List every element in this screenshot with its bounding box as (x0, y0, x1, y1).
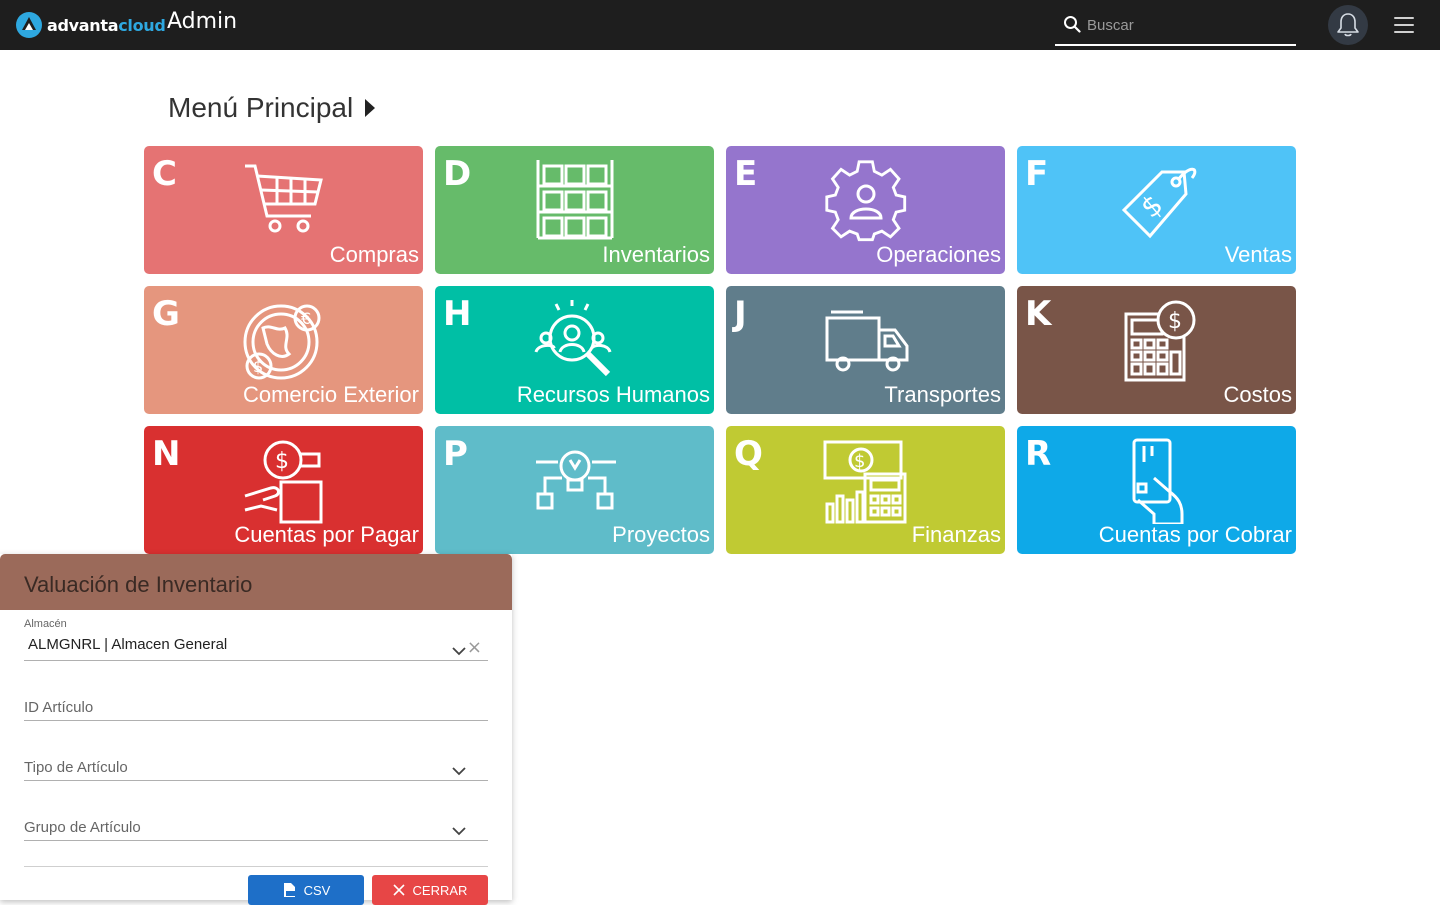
panel-divider (24, 866, 488, 867)
panel-title: Valuación de Inventario (24, 572, 253, 597)
notifications-button[interactable] (1328, 5, 1368, 45)
svg-text:$: $ (275, 449, 289, 474)
warehouse-boxes-icon (536, 160, 614, 240)
finance-calculator-icon: $ (823, 440, 907, 524)
tipo-articulo-select[interactable]: Tipo de Artículo (24, 748, 488, 781)
svg-text:$: $ (1168, 309, 1182, 334)
tile-label: Compras (329, 242, 419, 267)
people-search-icon (534, 300, 612, 377)
tile-label: Comercio Exterior (242, 382, 419, 407)
tile-letter: N (152, 434, 181, 474)
id-articulo-field[interactable]: ID Artículo (24, 688, 488, 721)
tile-costos[interactable]: K $ Costos (1017, 286, 1296, 414)
top-navbar: advantacloud Admin (0, 0, 1440, 50)
tipo-articulo-placeholder: Tipo de Artículo (24, 759, 128, 776)
search-icon (1064, 16, 1081, 33)
almacen-label: Almacén (24, 618, 67, 630)
grupo-articulo-placeholder: Grupo de Artículo (24, 819, 141, 836)
globe-currency-icon: € $ (243, 304, 321, 380)
close-button[interactable]: CERRAR (372, 875, 488, 905)
svg-text:$: $ (253, 357, 263, 376)
brand-name: advantacloud (47, 15, 166, 35)
brand-logo[interactable]: advantacloud (14, 10, 166, 40)
svg-text:$: $ (854, 451, 865, 472)
page-title-text: Menú Principal (168, 92, 354, 123)
tile-recursos-humanos[interactable]: H Recursos Humanos (435, 286, 714, 414)
grupo-articulo-select[interactable]: Grupo de Artículo (24, 808, 488, 841)
tile-label: Transportes (884, 382, 1001, 407)
tile-label: Finanzas (911, 522, 1001, 547)
tile-letter: J (734, 294, 747, 334)
page-title: Menú Principal (168, 92, 376, 124)
truck-icon (825, 310, 909, 372)
menu-line-icon (1394, 17, 1414, 19)
close-button-label: CERRAR (412, 882, 468, 898)
gear-user-icon (825, 160, 907, 242)
tile-letter: R (1025, 434, 1052, 474)
hand-dollar-icon: $ (244, 440, 323, 524)
close-icon (392, 884, 405, 896)
search-input[interactable] (1087, 11, 1287, 39)
tile-transportes[interactable]: J Transportes (726, 286, 1005, 414)
id-articulo-placeholder: ID Artículo (24, 699, 94, 716)
inventory-valuation-panel: Valuación de Inventario Almacén ALMGNRL … (0, 554, 512, 905)
almacen-select[interactable]: Almacén ALMGNRL | Almacen General × (24, 618, 488, 661)
tile-label: Costos (1223, 382, 1292, 407)
menu-line-icon (1394, 31, 1414, 33)
tile-letter: P (443, 434, 468, 474)
cloud-logo-icon (16, 12, 42, 38)
almacen-value: ALMGNRL | Almacen General (28, 636, 228, 653)
svg-text:€: € (301, 309, 311, 328)
csv-export-button[interactable]: CSV (248, 875, 364, 905)
tile-letter: K (1025, 294, 1052, 334)
clear-icon[interactable]: × (467, 637, 482, 658)
tile-cuentas-por-pagar[interactable]: N $ Cuentas por Pagar (144, 426, 423, 554)
tile-finanzas[interactable]: Q $ Finanzas (726, 426, 1005, 554)
csv-button-label: CSV (303, 882, 331, 898)
tile-label: Inventarios (602, 242, 710, 267)
chevron-down-icon[interactable] (452, 826, 466, 836)
tile-ventas[interactable]: F $ Ventas (1017, 146, 1296, 274)
tile-label: Operaciones (876, 242, 1001, 267)
tile-proyectos[interactable]: P Proyectos (435, 426, 714, 554)
price-tag-icon: $ (1121, 167, 1197, 239)
bell-icon (1337, 13, 1359, 37)
calculator-dollar-icon: $ (1124, 300, 1196, 382)
tile-letter: D (443, 154, 472, 194)
tile-label: Ventas (1224, 242, 1292, 267)
tile-compras[interactable]: C Compras (144, 146, 423, 274)
tile-label: Proyectos (612, 522, 710, 547)
lightbulb-project-icon (536, 450, 616, 510)
tile-cuentas-por-cobrar[interactable]: R Cuentas por Cobrar (1017, 426, 1296, 554)
chevron-down-icon[interactable] (452, 646, 466, 656)
panel-header[interactable]: Valuación de Inventario (0, 554, 512, 610)
chevron-down-icon[interactable] (452, 766, 466, 776)
hand-card-icon (1132, 438, 1184, 524)
tile-operaciones[interactable]: E Operaciones (726, 146, 1005, 274)
search-box (1055, 5, 1296, 46)
tile-letter: G (152, 294, 180, 334)
tile-letter: F (1025, 154, 1049, 194)
tile-letter: Q (734, 434, 763, 474)
app-title: Admin (167, 9, 238, 34)
csv-file-icon (282, 882, 296, 898)
tile-letter: E (734, 154, 758, 194)
tile-label: Recursos Humanos (516, 382, 710, 407)
tile-letter: C (152, 154, 177, 194)
hamburger-menu-button[interactable] (1394, 17, 1414, 35)
tile-inventarios[interactable]: D Inventarios (435, 146, 714, 274)
caret-right-icon (365, 99, 376, 117)
shopping-cart-icon (245, 164, 323, 233)
tile-comercio-exterior[interactable]: G € $ Comercio Exterior (144, 286, 423, 414)
tile-label: Cuentas por Cobrar (1098, 522, 1292, 547)
tile-letter: H (443, 294, 472, 334)
tile-label: Cuentas por Pagar (234, 522, 419, 547)
menu-line-icon (1394, 24, 1414, 26)
